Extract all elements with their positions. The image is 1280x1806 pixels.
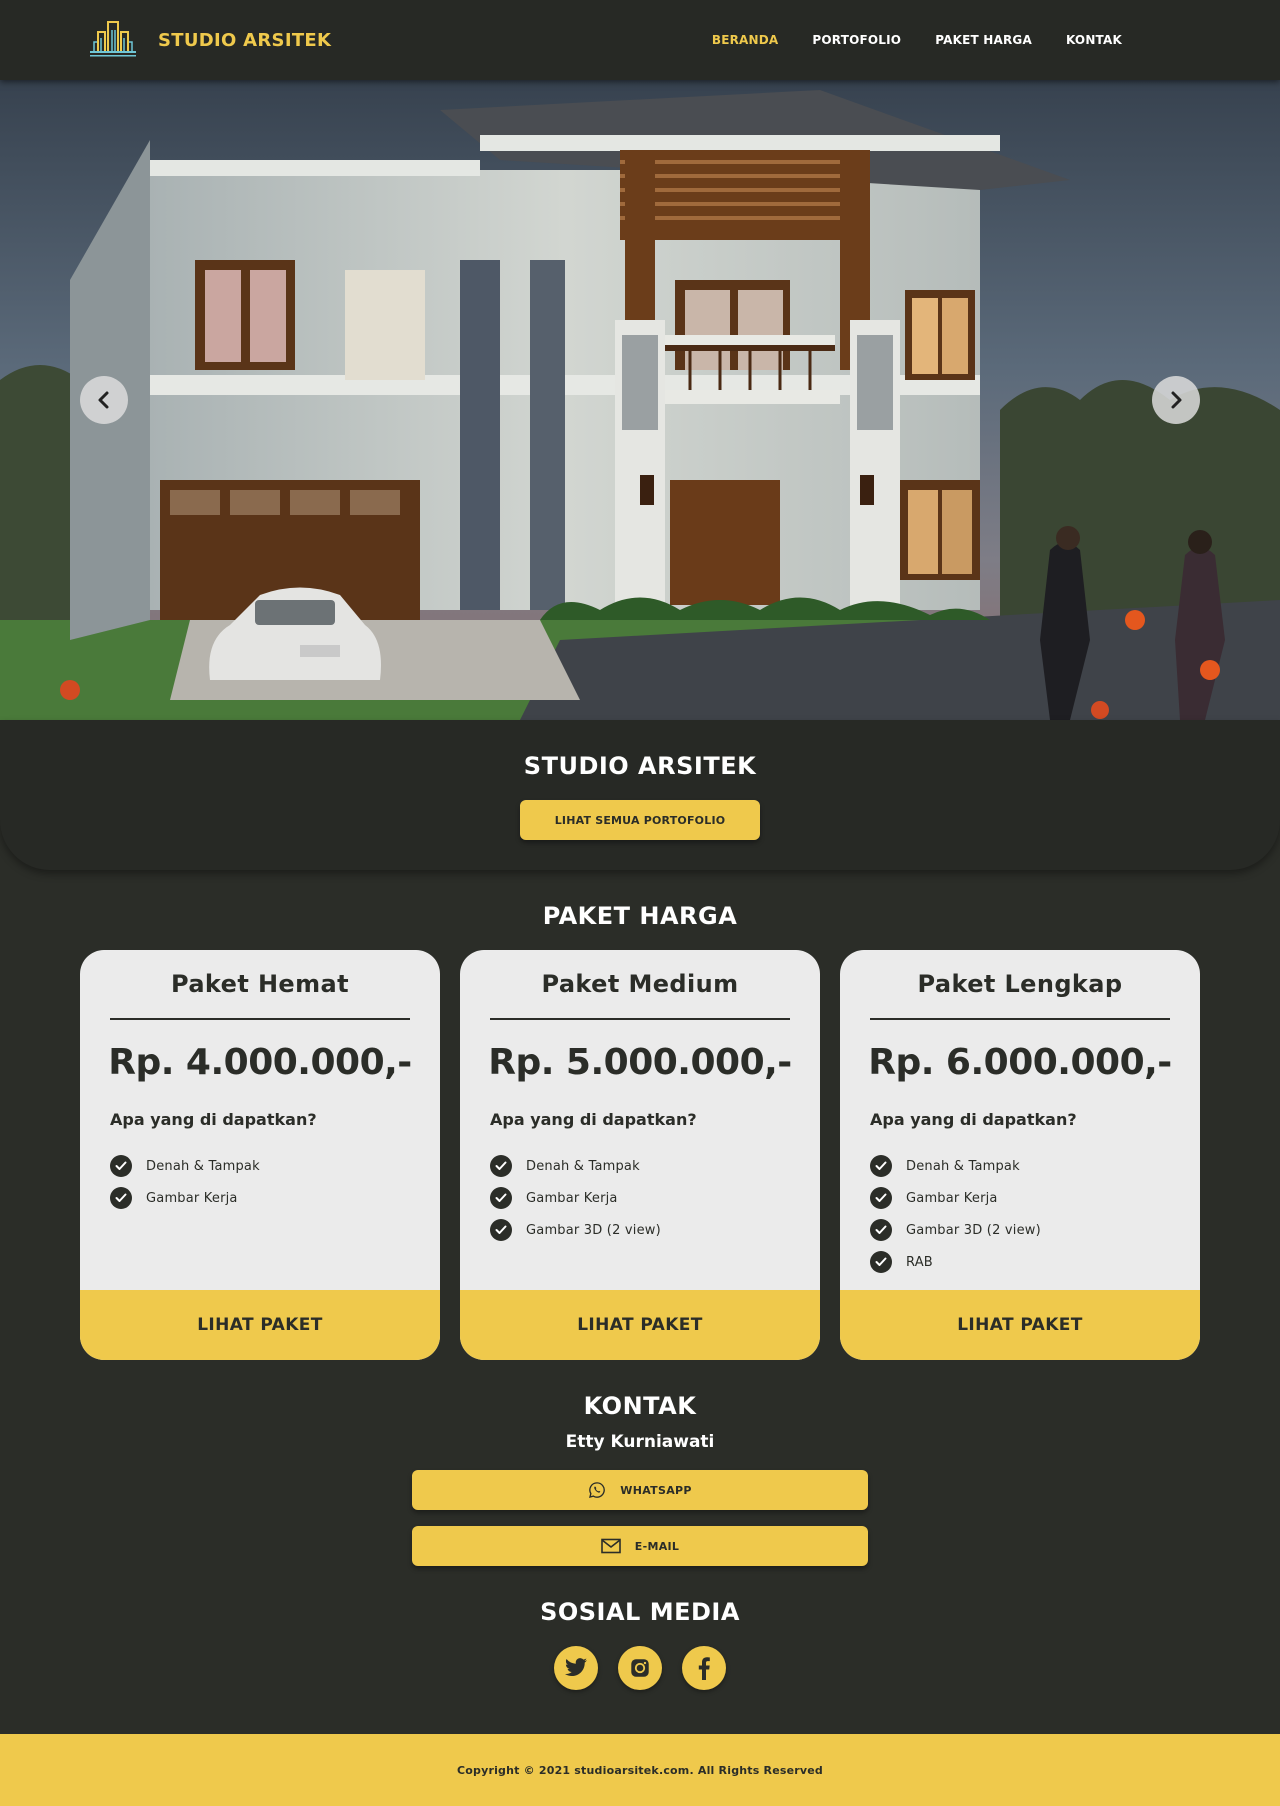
nav-item-portofolio[interactable]: PORTOFOLIO: [812, 33, 901, 47]
feature-item: Denah & Tampak: [110, 1150, 260, 1182]
studio-band: STUDIO ARSITEK LIHAT SEMUA PORTOFOLIO: [0, 720, 1280, 870]
check-icon: [110, 1187, 132, 1209]
carousel-next-button[interactable]: [1152, 376, 1200, 424]
navbar: STUDIO ARSITEK BERANDA PORTOFOLIO PAKET …: [0, 0, 1280, 80]
whatsapp-button[interactable]: WHATSAPP: [412, 1470, 868, 1510]
feature-label: Gambar Kerja: [906, 1190, 998, 1206]
whatsapp-label: WHATSAPP: [620, 1483, 692, 1497]
feature-label: Gambar 3D (2 view): [526, 1222, 661, 1238]
divider: [110, 1018, 410, 1020]
twitter-icon[interactable]: [554, 1646, 598, 1690]
carousel-prev-button[interactable]: [80, 376, 128, 424]
feature-item: Gambar 3D (2 view): [490, 1214, 661, 1246]
pricing-card-hemat: Paket Hemat Rp. 4.000.000,- Apa yang di …: [80, 950, 440, 1360]
check-icon: [870, 1251, 892, 1273]
feature-label: Denah & Tampak: [906, 1158, 1020, 1174]
main-nav: BERANDA PORTOFOLIO PAKET HARGA KONTAK: [678, 0, 1122, 80]
feature-list: Denah & Tampak Gambar Kerja: [110, 1150, 260, 1214]
check-icon: [490, 1155, 512, 1177]
facebook-icon[interactable]: [682, 1646, 726, 1690]
feature-label: Denah & Tampak: [526, 1158, 640, 1174]
check-icon: [870, 1155, 892, 1177]
feature-item: Gambar 3D (2 view): [870, 1214, 1041, 1246]
copyright-text: Copyright © 2021 studioarsitek.com. All …: [456, 1763, 824, 1777]
divider: [490, 1018, 790, 1020]
card-name: Paket Medium: [541, 970, 739, 998]
building-logo-icon[interactable]: [88, 18, 138, 62]
feature-item: Gambar Kerja: [490, 1182, 661, 1214]
contact-name: Etty Kurniawati: [565, 1432, 715, 1452]
pricing-section-title: PAKET HARGA: [542, 902, 738, 930]
nav-item-kontak[interactable]: KONTAK: [1066, 33, 1122, 47]
card-price: Rp. 6.000.000,-: [868, 1042, 1172, 1083]
check-icon: [490, 1219, 512, 1241]
footer: Copyright © 2021 studioarsitek.com. All …: [0, 1734, 1280, 1806]
all-portfolio-button[interactable]: LIHAT SEMUA PORTOFOLIO: [520, 800, 760, 840]
card-price: Rp. 4.000.000,-: [108, 1042, 412, 1083]
view-package-button[interactable]: LIHAT PAKET: [840, 1290, 1200, 1360]
nav-item-paket-harga[interactable]: PAKET HARGA: [935, 33, 1032, 47]
view-package-button[interactable]: LIHAT PAKET: [80, 1290, 440, 1360]
card-name: Paket Hemat: [170, 970, 349, 998]
email-button[interactable]: E-MAIL: [412, 1526, 868, 1566]
social-section-title: SOSIAL MEDIA: [540, 1598, 740, 1626]
whatsapp-icon: [588, 1481, 606, 1499]
feature-item: Gambar Kerja: [110, 1182, 260, 1214]
feature-label: Denah & Tampak: [146, 1158, 260, 1174]
chevron-left-icon: [94, 390, 114, 410]
feature-item: Denah & Tampak: [870, 1150, 1041, 1182]
feature-label: Gambar 3D (2 view): [906, 1222, 1041, 1238]
brand[interactable]: STUDIO ARSITEK: [88, 20, 331, 60]
nav-item-beranda[interactable]: BERANDA: [712, 33, 779, 47]
pricing-card-lengkap: Paket Lengkap Rp. 6.000.000,- Apa yang d…: [840, 950, 1200, 1360]
hero-carousel: [0, 80, 1280, 720]
card-subtitle: Apa yang di dapatkan?: [110, 1110, 317, 1129]
chevron-right-icon: [1166, 390, 1186, 410]
feature-list: Denah & Tampak Gambar Kerja Gambar 3D (2 v…: [490, 1150, 661, 1246]
feature-label: Gambar Kerja: [526, 1190, 618, 1206]
card-name: Paket Lengkap: [917, 970, 1123, 998]
hero-house-image: [0, 80, 1280, 720]
feature-item: Gambar Kerja: [870, 1182, 1041, 1214]
feature-label: Gambar Kerja: [146, 1190, 238, 1206]
studio-title: STUDIO ARSITEK: [523, 752, 757, 780]
mail-icon: [600, 1538, 621, 1554]
email-label: E-MAIL: [634, 1539, 680, 1553]
check-icon: [870, 1187, 892, 1209]
pricing-card-medium: Paket Medium Rp. 5.000.000,- Apa yang di…: [460, 950, 820, 1360]
feature-list: Denah & Tampak Gambar Kerja Gambar 3D (2 v…: [870, 1150, 1041, 1278]
card-price: Rp. 5.000.000,-: [488, 1042, 792, 1083]
instagram-icon[interactable]: [618, 1646, 662, 1690]
card-subtitle: Apa yang di dapatkan?: [490, 1110, 697, 1129]
check-icon: [490, 1187, 512, 1209]
social-links: [0, 1646, 1280, 1690]
card-subtitle: Apa yang di dapatkan?: [870, 1110, 1077, 1129]
brand-name[interactable]: STUDIO ARSITEK: [158, 30, 331, 51]
view-package-button[interactable]: LIHAT PAKET: [460, 1290, 820, 1360]
check-icon: [870, 1219, 892, 1241]
contact-section-title: KONTAK: [583, 1392, 697, 1420]
divider: [870, 1018, 1170, 1020]
feature-item: RAB: [870, 1246, 1041, 1278]
feature-item: Denah & Tampak: [490, 1150, 661, 1182]
feature-label: RAB: [906, 1254, 933, 1270]
check-icon: [110, 1155, 132, 1177]
